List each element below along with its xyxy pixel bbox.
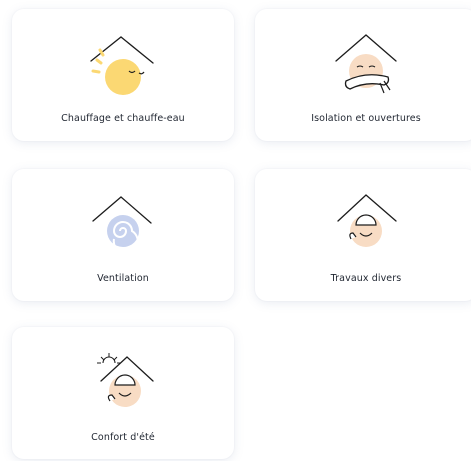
sun-house-icon [90, 36, 154, 95]
category-card-ventilation[interactable]: Ventilation [12, 169, 234, 301]
category-label: Ventilation [97, 273, 149, 284]
worker-house-icon [337, 194, 397, 247]
category-label: Isolation et ouvertures [311, 113, 421, 124]
summer-worker-house-icon [97, 353, 154, 407]
category-card-isolation[interactable]: Isolation et ouvertures [255, 9, 471, 141]
category-card-confort-ete[interactable]: Confort d'été [12, 327, 234, 459]
swirl-house-icon [92, 196, 152, 255]
category-label: Confort d'été [91, 432, 155, 443]
category-card-travaux-divers[interactable]: Travaux divers [255, 169, 471, 301]
category-label: Travaux divers [330, 273, 402, 284]
category-label: Chauffage et chauffe-eau [61, 113, 185, 124]
scarf-face-house-icon [335, 34, 397, 94]
category-card-chauffage[interactable]: Chauffage et chauffe-eau [12, 9, 234, 141]
